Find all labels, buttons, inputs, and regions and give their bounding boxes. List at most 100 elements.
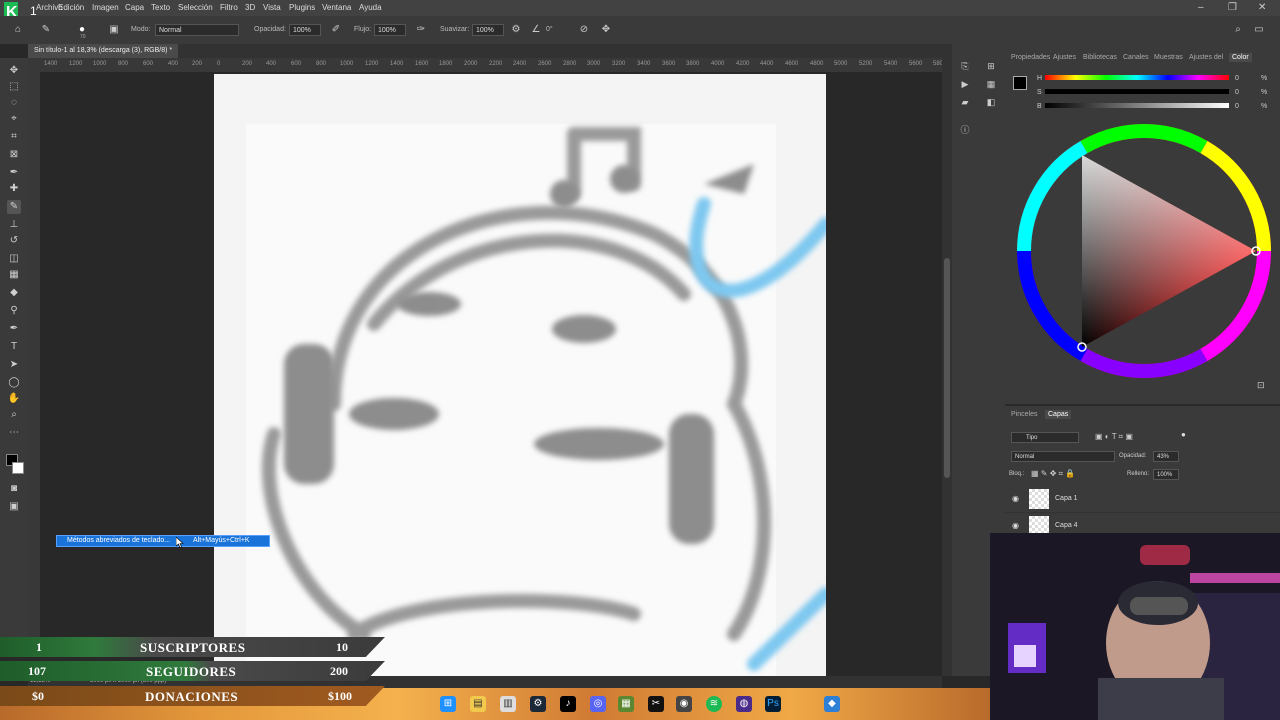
grid-icon[interactable]: ▦ bbox=[985, 78, 997, 90]
menu-capa[interactable]: Capa bbox=[125, 3, 144, 12]
menu-edicion[interactable]: Edición bbox=[58, 3, 84, 12]
brightness-slider[interactable] bbox=[1045, 103, 1229, 108]
tab-bibliotecas[interactable]: Bibliotecas bbox=[1083, 54, 1117, 61]
frame-tool-icon[interactable]: ⊠ bbox=[7, 148, 21, 162]
marquee-tool-icon[interactable]: ⬚ bbox=[7, 80, 21, 94]
s-value[interactable]: 0 bbox=[1235, 89, 1239, 96]
minecraft-icon[interactable]: ▦ bbox=[618, 696, 634, 712]
screen-mode-icon[interactable]: ▣ bbox=[7, 500, 21, 514]
menu-texto[interactable]: Texto bbox=[151, 3, 170, 12]
adjustments-icon[interactable]: ⊞ bbox=[985, 60, 997, 72]
shape-tool-icon[interactable]: ◯ bbox=[7, 376, 21, 390]
vertical-scrollbar[interactable] bbox=[942, 58, 952, 676]
crop-tool-icon[interactable]: ⌗ bbox=[7, 130, 21, 144]
layer-opacity-field[interactable]: 43% bbox=[1153, 451, 1179, 462]
flow-field[interactable]: 100% bbox=[374, 24, 406, 36]
more-tools-icon[interactable]: ⋯ bbox=[7, 426, 21, 440]
blur-tool-icon[interactable]: ◆ bbox=[7, 286, 21, 300]
chrome-icon[interactable]: ◉ bbox=[676, 696, 692, 712]
mode-select[interactable]: Normal bbox=[155, 24, 239, 36]
spotify-icon[interactable]: ≋ bbox=[706, 696, 722, 712]
tab-capas[interactable]: Capas bbox=[1045, 410, 1072, 419]
document-canvas[interactable] bbox=[214, 74, 826, 676]
menu-item-tooltip[interactable]: Métodos abreviados de teclado... Alt+May… bbox=[56, 535, 270, 547]
lasso-tool-icon[interactable]: ◌ bbox=[7, 96, 21, 110]
hue-slider[interactable] bbox=[1045, 75, 1229, 80]
canvas-area[interactable] bbox=[40, 72, 942, 676]
tab-canales[interactable]: Canales bbox=[1123, 54, 1149, 61]
pen-tool-icon[interactable]: ✒ bbox=[7, 322, 21, 336]
eraser-tool-icon[interactable]: ◫ bbox=[7, 252, 21, 266]
tab-muestras[interactable]: Muestras bbox=[1154, 54, 1183, 61]
eyedropper-tool-icon[interactable]: ✒ bbox=[7, 166, 21, 180]
tab-ajustes-del[interactable]: Ajustes del bbox=[1189, 54, 1223, 61]
menu-filtro[interactable]: Filtro bbox=[220, 3, 238, 12]
tab-propiedades[interactable]: Propiedades bbox=[1011, 54, 1050, 61]
layer-row[interactable]: ◉ Capa 1 bbox=[1005, 486, 1280, 513]
menu-seleccion[interactable]: Selección bbox=[178, 3, 213, 12]
files-icon[interactable]: ▥ bbox=[500, 696, 516, 712]
capcut-icon[interactable]: ✂ bbox=[648, 696, 664, 712]
brush-tool-icon[interactable]: ✎ bbox=[7, 200, 21, 214]
tab-pinceles[interactable]: Pinceles bbox=[1011, 411, 1037, 418]
menu-3d[interactable]: 3D bbox=[245, 3, 255, 12]
home-icon[interactable]: ⌂ bbox=[12, 24, 24, 36]
tiktok-icon[interactable]: ♪ bbox=[560, 696, 576, 712]
type-tool-icon[interactable]: T bbox=[7, 340, 21, 354]
file-explorer-icon[interactable]: ▤ bbox=[470, 696, 486, 712]
move-tool-icon[interactable]: ✥ bbox=[7, 64, 21, 78]
fg-color-swatch[interactable] bbox=[1013, 76, 1027, 90]
smoothing-field[interactable]: 100% bbox=[472, 24, 504, 36]
healing-tool-icon[interactable]: ✚ bbox=[7, 182, 21, 196]
history-icon[interactable]: ⎘ bbox=[959, 60, 971, 72]
vpn-icon[interactable]: ◆ bbox=[824, 696, 840, 712]
hand-tool-icon[interactable]: ✋ bbox=[7, 392, 21, 406]
stamp-tool-icon[interactable]: ⊥ bbox=[7, 218, 21, 232]
b-value[interactable]: 0 bbox=[1235, 103, 1239, 110]
path-select-tool-icon[interactable]: ➤ bbox=[7, 358, 21, 372]
pressure-size-icon[interactable]: ⊘ bbox=[578, 24, 590, 36]
quick-select-tool-icon[interactable]: ⌖ bbox=[7, 112, 21, 126]
document-tab[interactable]: Sin título-1 al 18,3% (descarga (3), RGB… bbox=[28, 44, 179, 58]
angle-value[interactable]: 0° bbox=[546, 26, 553, 33]
zoom-tool-icon[interactable]: ⌕ bbox=[7, 408, 21, 422]
windows-icon[interactable]: ⊞ bbox=[440, 696, 456, 712]
fill-field[interactable]: 100% bbox=[1153, 469, 1179, 480]
minimize-icon[interactable]: – bbox=[1198, 2, 1204, 13]
saturation-slider[interactable] bbox=[1045, 89, 1229, 94]
filter-toggle-icon[interactable]: ● bbox=[1181, 430, 1186, 439]
visibility-eye-icon[interactable]: ◉ bbox=[1012, 521, 1019, 530]
symmetry-icon[interactable]: ✥ bbox=[600, 24, 612, 36]
scrollbar-thumb[interactable] bbox=[944, 258, 950, 478]
layer-filter-select[interactable]: Tipo bbox=[1011, 432, 1079, 443]
color-wheel[interactable] bbox=[1013, 120, 1275, 382]
close-icon[interactable]: ✕ bbox=[1258, 2, 1266, 13]
airbrush-icon[interactable]: ✑ bbox=[415, 24, 427, 36]
gear-icon[interactable]: ⚙ bbox=[510, 24, 522, 36]
background-color-swatch[interactable] bbox=[12, 462, 24, 474]
obs-icon[interactable]: ◍ bbox=[736, 696, 752, 712]
play-actions-icon[interactable]: ▶ bbox=[959, 78, 971, 90]
brush-tool-icon[interactable]: ✎ bbox=[40, 24, 52, 36]
menu-vista[interactable]: Vista bbox=[263, 3, 281, 12]
filter-icons[interactable]: ▣ ◐ T ⌗ ▣ bbox=[1095, 432, 1133, 442]
photoshop-icon[interactable]: Ps bbox=[765, 696, 781, 712]
brush-settings-icon[interactable]: ▣ bbox=[108, 24, 120, 36]
restore-icon[interactable]: ❐ bbox=[1228, 2, 1237, 13]
tab-ajustes[interactable]: Ajustes bbox=[1053, 54, 1076, 61]
quick-mask-icon[interactable]: ◙ bbox=[7, 482, 21, 496]
search-icon[interactable]: ⌕ bbox=[1232, 24, 1244, 36]
menu-ayuda[interactable]: Ayuda bbox=[359, 3, 382, 12]
steam-icon[interactable]: ⚙ bbox=[530, 696, 546, 712]
h-value[interactable]: 0 bbox=[1235, 75, 1239, 82]
pressure-opacity-icon[interactable]: ✐ bbox=[330, 24, 342, 36]
opacity-field[interactable]: 100% bbox=[289, 24, 321, 36]
menu-plugins[interactable]: Plugins bbox=[289, 3, 315, 12]
expand-icon[interactable]: ⊡ bbox=[1257, 380, 1265, 391]
info-icon[interactable]: ⓘ bbox=[959, 124, 971, 136]
menu-ventana[interactable]: Ventana bbox=[322, 3, 351, 12]
comments-icon[interactable]: ▰ bbox=[959, 96, 971, 108]
menu-imagen[interactable]: Imagen bbox=[92, 3, 119, 12]
layer-comps-icon[interactable]: ◧ bbox=[985, 96, 997, 108]
lock-icons[interactable]: ▦ ✎ ✥ ⌗ 🔒 bbox=[1031, 469, 1075, 479]
